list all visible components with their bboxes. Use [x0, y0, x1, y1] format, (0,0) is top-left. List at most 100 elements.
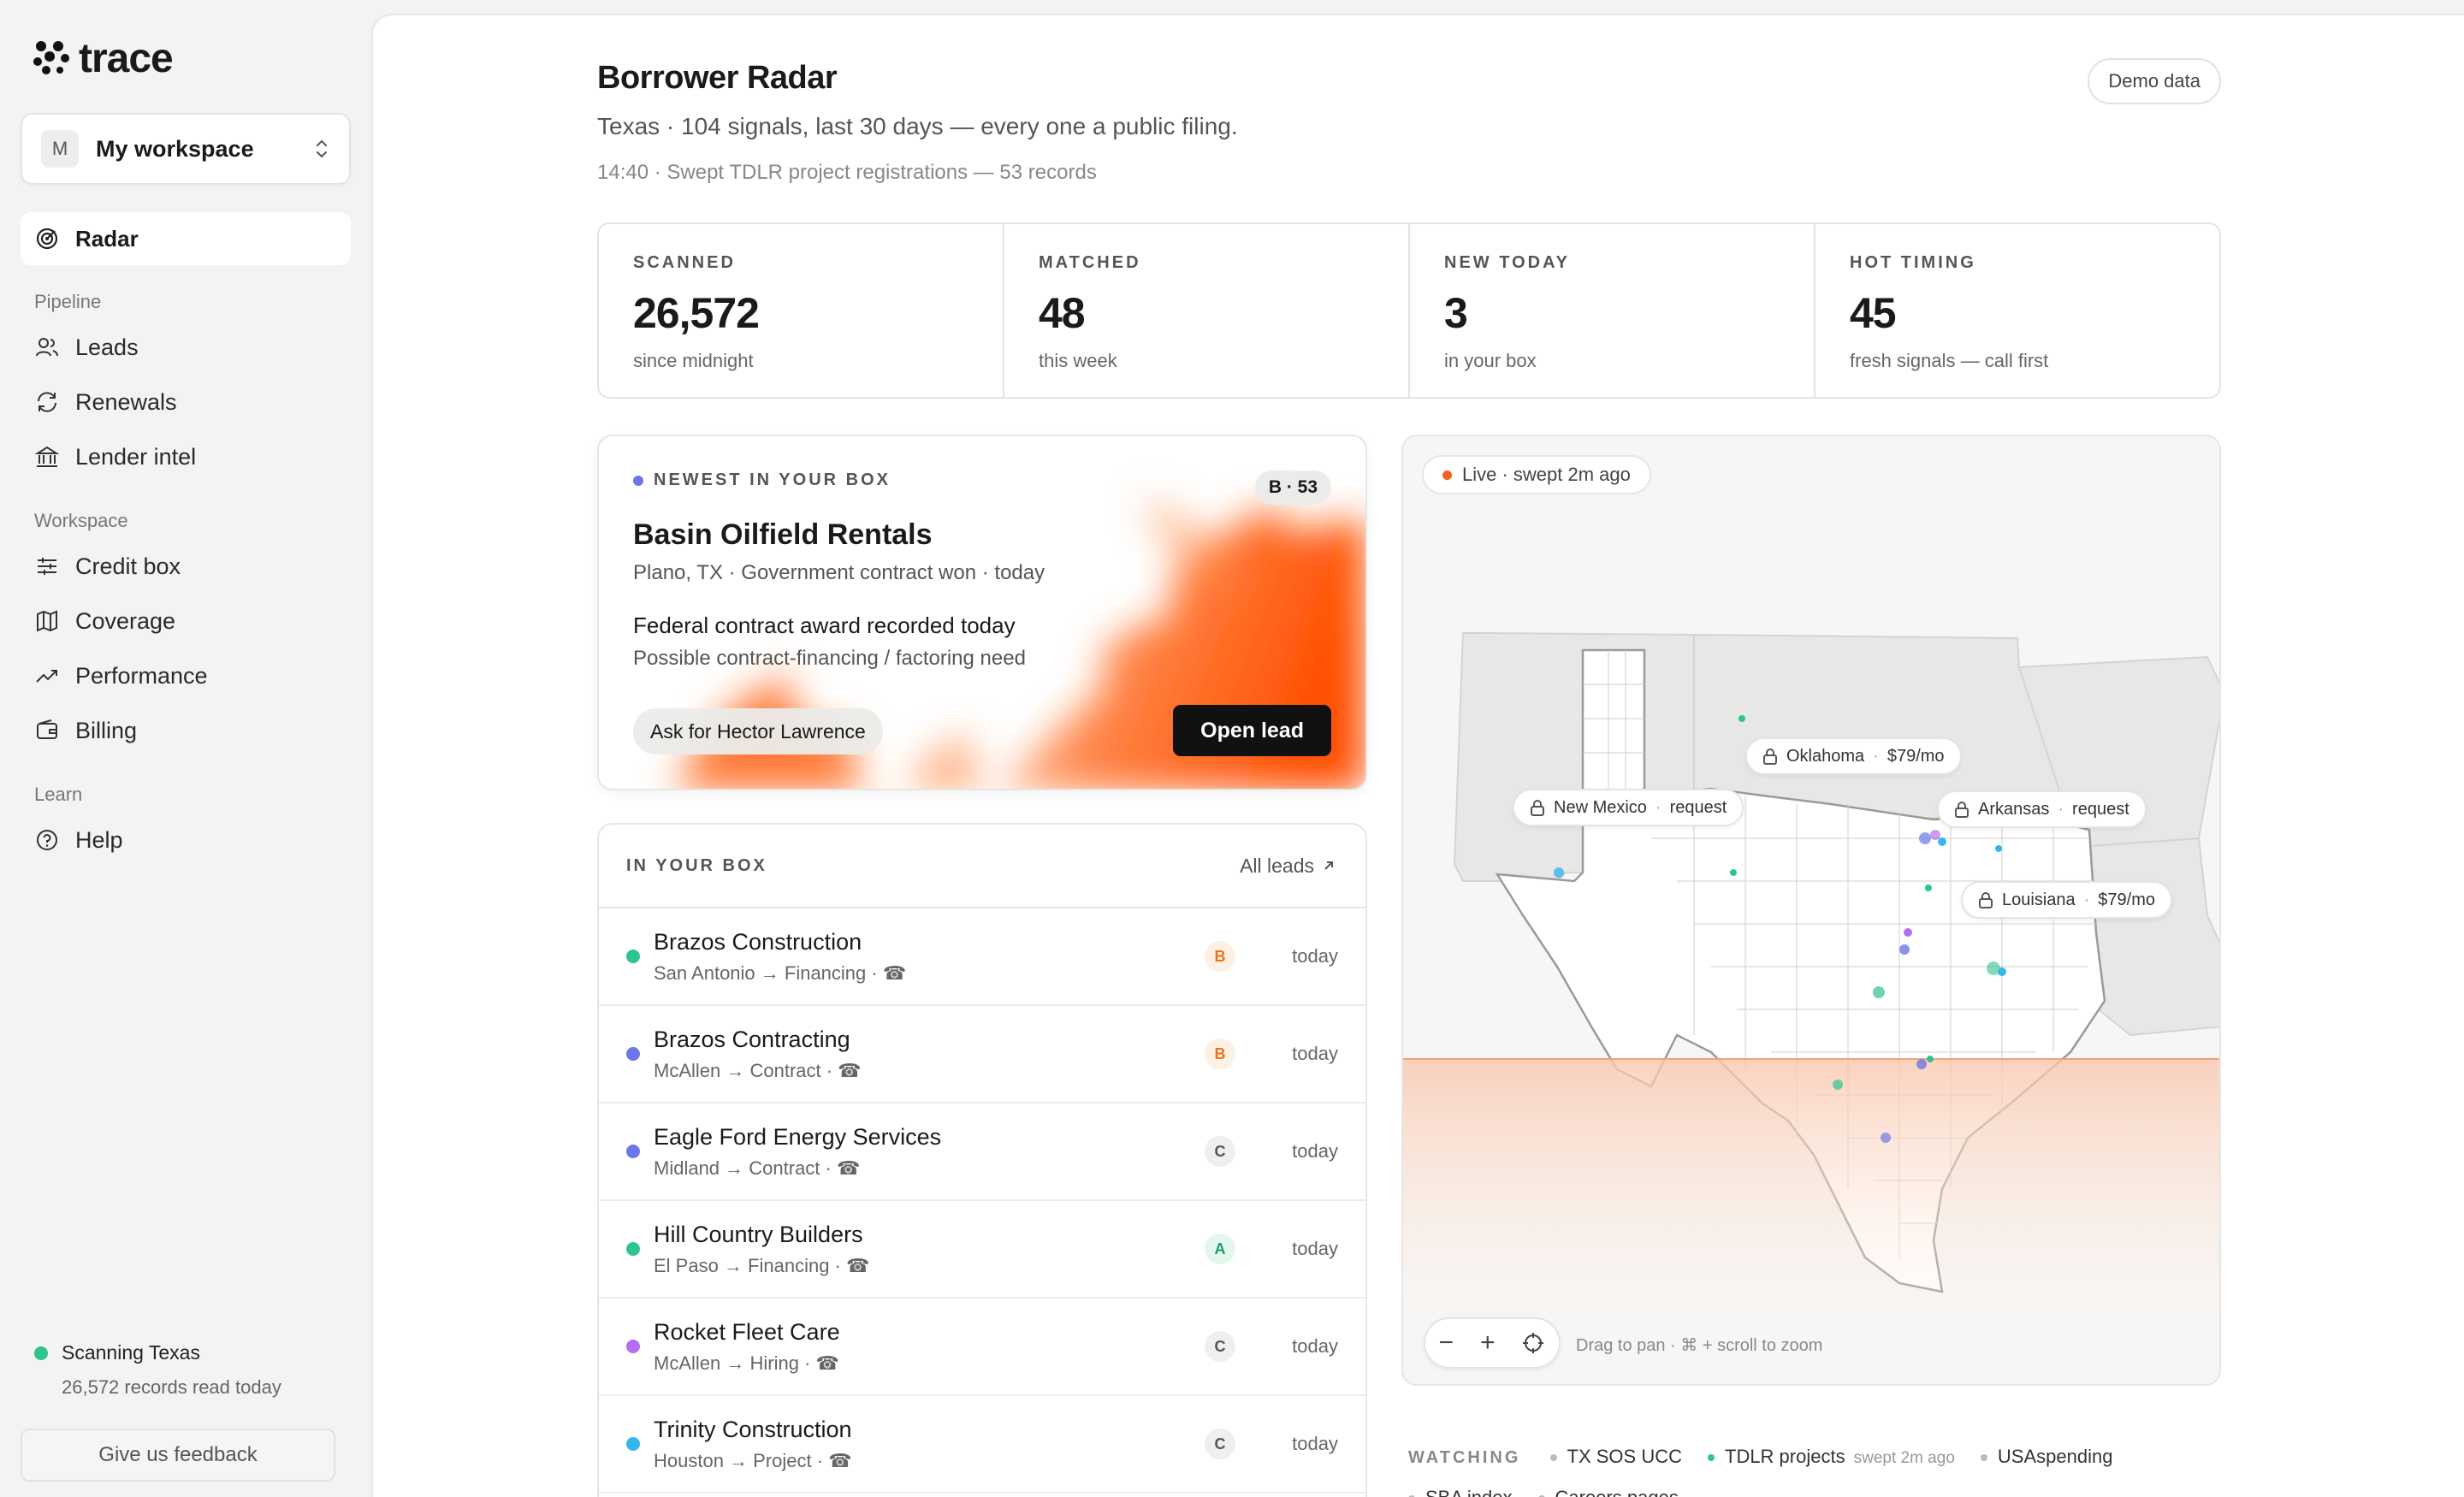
lock-icon — [1979, 892, 1993, 908]
sidebar-item-credit-box[interactable]: Credit box — [21, 539, 351, 594]
stat-label: NEW TODAY — [1444, 253, 1571, 272]
stat-value: 26,572 — [633, 289, 760, 337]
brand-name: trace — [79, 35, 174, 81]
newest-lead-card[interactable]: NEWEST IN YOUR BOX B · 53 Basin Oilfield… — [597, 435, 1367, 790]
sidebar-item-performance[interactable]: Performance — [21, 648, 351, 703]
newest-label: NEWEST IN YOUR BOX — [633, 470, 891, 490]
sidebar-item-coverage[interactable]: Coverage — [21, 594, 351, 648]
lead-signal-dot — [626, 1242, 640, 1256]
sidebar-item-renewals[interactable]: Renewals — [21, 375, 351, 429]
help-circle-icon — [37, 830, 57, 850]
lock-icon — [1955, 802, 1969, 818]
brand[interactable]: trace — [33, 34, 351, 82]
feedback-button[interactable]: Give us feedback — [21, 1429, 335, 1482]
lead-signal-dot — [626, 1145, 640, 1158]
bank-icon — [34, 446, 60, 467]
state-name: Louisiana — [2002, 890, 2076, 909]
state-pill-new-mexico[interactable]: New Mexico · request — [1513, 789, 1744, 826]
lead-row-text: Brazos Contracting McAllen → Contract · ☎ — [654, 1027, 1205, 1082]
open-lead-button[interactable]: Open lead — [1173, 705, 1331, 756]
stats-strip: SCANNED 26,572 since midnight MATCHED 48… — [597, 222, 2221, 399]
demo-data-badge[interactable]: Demo data — [2088, 58, 2221, 104]
source-name: TX SOS UCC — [1567, 1446, 1682, 1467]
status-sub: 26,572 records read today — [62, 1376, 281, 1398]
refresh-icon — [38, 392, 56, 412]
lead-row[interactable]: Hill Country Builders El Paso → Financing… — [599, 1201, 1365, 1299]
state-pill-arkansas[interactable]: Arkansas · request — [1937, 790, 2147, 828]
stat-label: MATCHED — [1039, 253, 1141, 272]
nav-group-workspace: Workspace — [34, 510, 128, 531]
sidebar-item-radar[interactable]: Radar — [21, 212, 351, 265]
wallet-icon — [37, 719, 57, 739]
live-label: Live · swept 2m ago — [1462, 464, 1631, 485]
stat-label: SCANNED — [633, 253, 736, 272]
lead-row-sub: San Antonio → Financing · ☎ — [654, 962, 907, 984]
lead-headline: Federal contract award recorded today — [633, 612, 1016, 638]
lead-row-name: Trinity Construction — [654, 1416, 852, 1442]
watch-source: TX SOS UCC — [1549, 1446, 1682, 1467]
stat-sub: in your box — [1444, 350, 1537, 371]
lead-row[interactable]: Rocket Fleet Care McAllen → Hiring · ☎ Cto… — [599, 1299, 1365, 1396]
sidebar-item-leads[interactable]: Leads — [21, 320, 351, 375]
lead-row[interactable]: Trinity Construction Houston → Project · … — [599, 1396, 1365, 1494]
workspace-name: My workspace — [96, 135, 254, 162]
lead-row-text: Trinity Construction Houston → Project · … — [654, 1417, 1205, 1472]
source-status-dot — [1708, 1454, 1715, 1462]
workspace-switcher[interactable]: M My workspace — [21, 113, 351, 185]
state-name: Arkansas — [1978, 799, 2050, 819]
state-pill-louisiana[interactable]: Louisiana · $79/mo — [1961, 881, 2173, 919]
users-icon — [36, 338, 58, 357]
recenter-icon[interactable] — [1521, 1331, 1545, 1355]
sliders-icon — [38, 558, 56, 575]
sidebar-item-label: Leads — [75, 334, 139, 360]
coverage-map[interactable]: Live · swept 2m ago Oklahoma · $79/mo New … — [1401, 435, 2221, 1386]
lead-row[interactable]: Brazos Construction San Antonio → Financi… — [599, 908, 1365, 1006]
sidebar-item-label: Lender intel — [75, 443, 197, 470]
sidebar-item-billing[interactable]: Billing — [21, 703, 351, 758]
nav-group-pipeline: Pipeline — [34, 291, 102, 312]
lead-signal-dot — [626, 950, 640, 963]
source-name: SBA index — [1425, 1487, 1513, 1497]
workspace-avatar: M — [41, 130, 79, 168]
lead-name: Basin Oilfield Rentals — [633, 518, 933, 551]
watching-title: WATCHING — [1408, 1448, 1521, 1467]
watch-source: SBA index — [1408, 1487, 1513, 1497]
status-dot — [34, 1346, 48, 1360]
chevron-up-down-icon — [317, 139, 327, 158]
lead-row-when: today — [1292, 1433, 1338, 1454]
stat-hot-timing: HOT TIMING 45 fresh signals — call first — [1815, 224, 2219, 397]
sidebar-item-label: Billing — [75, 717, 138, 743]
sidebar-item-lender-intel[interactable]: Lender intel — [21, 429, 351, 484]
lead-signal-dot — [626, 1437, 640, 1451]
lead-row[interactable]: Eagle Ford Energy Services Midland → Cont… — [599, 1104, 1365, 1201]
lock-icon — [1763, 748, 1777, 765]
inbox-title: IN YOUR BOX — [626, 855, 767, 875]
ask-for-contact-chip[interactable]: Ask for Hector Lawrence — [633, 708, 883, 754]
state-name: New Mexico — [1554, 797, 1647, 817]
sidebar-item-label: Credit box — [75, 553, 181, 579]
grade-badge: C — [1205, 1429, 1235, 1459]
score-badge: B · 53 — [1254, 470, 1331, 505]
page-meta: 14:40 · Swept TDLR project registrations… — [597, 161, 1097, 184]
lead-row-when: today — [1292, 1335, 1338, 1357]
lead-row-text: Hill Country Builders El Paso → Financing… — [654, 1222, 1205, 1277]
zoom-out-button[interactable]: − — [1438, 1328, 1454, 1358]
stat-value: 48 — [1039, 289, 1086, 337]
lead-row-when: today — [1292, 1043, 1338, 1064]
all-leads-link[interactable]: All leads — [1240, 855, 1336, 878]
sidebar-item-help[interactable]: Help — [21, 813, 351, 867]
stat-label: HOT TIMING — [1850, 253, 1976, 272]
grade-badge: B — [1205, 941, 1235, 972]
lead-row-text: Rocket Fleet Care McAllen → Hiring · ☎ — [654, 1319, 1205, 1375]
sidebar-item-label: Coverage — [75, 607, 176, 634]
page-subtitle: Texas · 104 signals, last 30 days — ever… — [597, 113, 1238, 139]
zoom-in-button[interactable]: + — [1480, 1328, 1496, 1358]
lead-row-when: today — [1292, 1238, 1338, 1259]
map-icon — [37, 610, 57, 632]
grade-badge: A — [1205, 1234, 1235, 1264]
state-pill-oklahoma[interactable]: Oklahoma · $79/mo — [1745, 737, 1962, 775]
lead-row[interactable]: Brazos Contracting McAllen → Contract · ☎… — [599, 1006, 1365, 1104]
lead-row-when: today — [1292, 1140, 1338, 1162]
source-status-dot — [1980, 1454, 1987, 1462]
radar-icon — [36, 228, 58, 250]
